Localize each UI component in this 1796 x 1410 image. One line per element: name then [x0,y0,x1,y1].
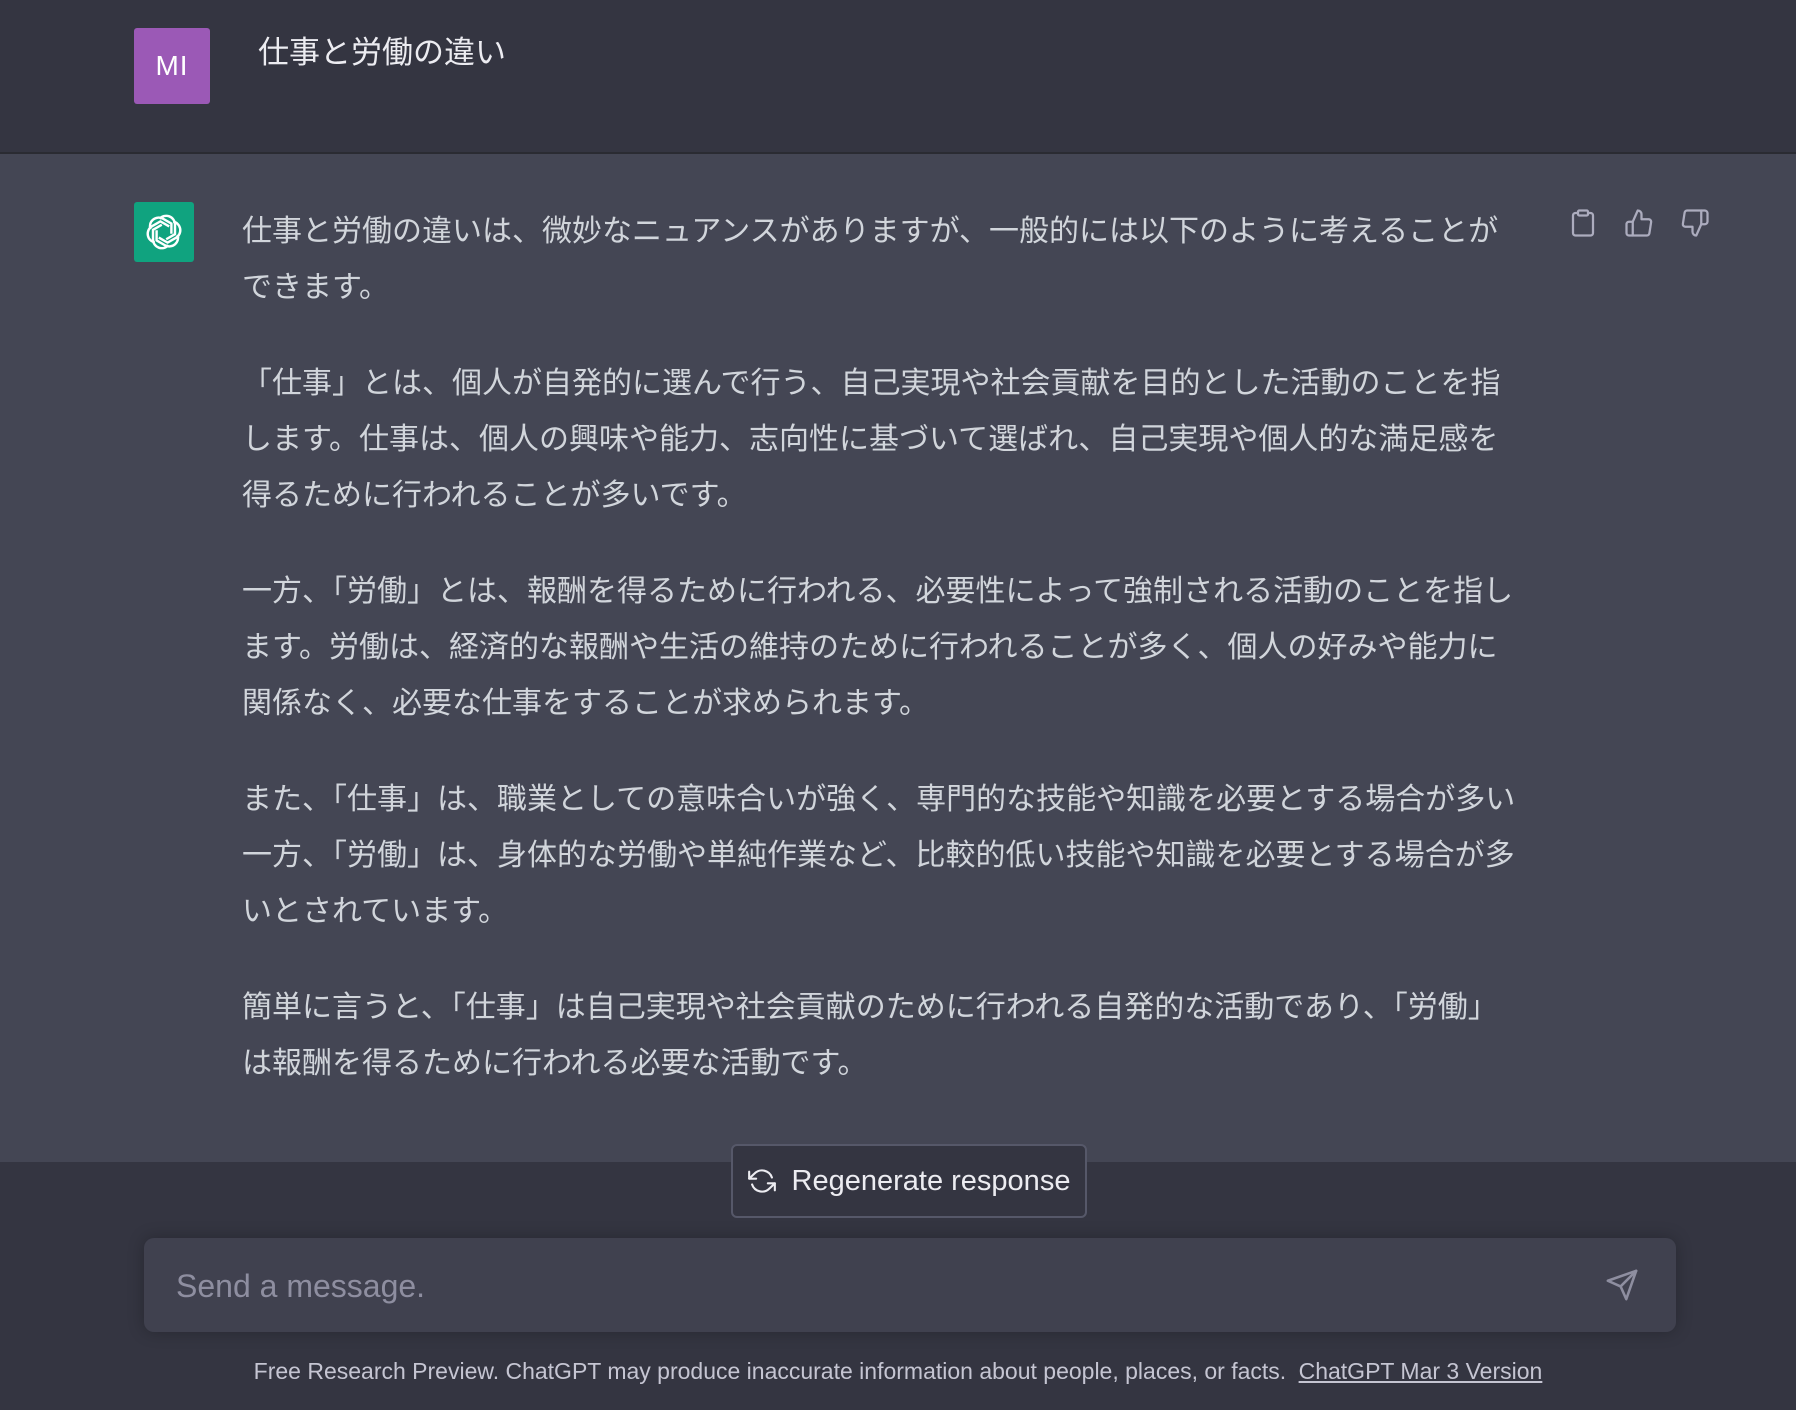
send-button[interactable] [1604,1267,1640,1303]
thumbs-up-icon [1625,209,1653,237]
assistant-message-text: 仕事と労働の違いは、微妙なニュアンスがありますが、一般的には以下のように考えるこ… [242,204,1522,1132]
version-link[interactable]: ChatGPT Mar 3 Version [1299,1358,1543,1384]
clipboard-icon [1571,209,1595,237]
answer-paragraph: 仕事と労働の違いは、微妙なニュアンスがありますが、一般的には以下のように考えるこ… [242,214,1499,305]
user-message-row: MI 仕事と労働の違い [0,0,1796,154]
assistant-message-row: 仕事と労働の違いは、微妙なニュアンスがありますが、一般的には以下のように考えるこ… [0,154,1796,1162]
chatgpt-logo-icon [134,202,194,262]
message-actions [1566,206,1712,240]
thumbs-up-button[interactable] [1622,206,1656,240]
regenerate-label: Regenerate response [791,1164,1071,1197]
copy-button[interactable] [1566,206,1600,240]
message-input[interactable] [174,1238,1578,1334]
refresh-icon [747,1169,776,1193]
footer-text: Free Research Preview. ChatGPT may produ… [253,1358,1287,1384]
message-composer [144,1238,1676,1334]
user-avatar: MI [134,28,210,104]
answer-paragraph: 簡単に言うと、「仕事」は自己実現や社会貢献のために行われる自発的な活動であり、「… [242,990,1498,1081]
chat-page: MI 仕事と労働の違い 仕事と労働の違いは、微妙なニュアンスがありますが、一般的… [0,0,1796,1410]
user-message-text: 仕事と労働の違い [258,35,506,71]
thumbs-down-button[interactable] [1678,206,1712,240]
answer-paragraph: また、「仕事」は、職業としての意味合いが強く、専門的な技能や知識を必要とする場合… [242,782,1516,929]
send-icon [1606,1269,1638,1301]
answer-paragraph: 「仕事」とは、個人が自発的に選んで行う、自己実現や社会貢献を目的とした活動のこと… [242,366,1501,513]
answer-paragraph: 一方、「労働」とは、報酬を得るために行われる、必要性によって強制される活動のこと… [242,574,1514,721]
footer-disclaimer: Free Research Preview. ChatGPT may produ… [0,1358,1796,1385]
thumbs-down-icon [1681,209,1709,237]
regenerate-response-button[interactable]: Regenerate response [731,1144,1087,1218]
